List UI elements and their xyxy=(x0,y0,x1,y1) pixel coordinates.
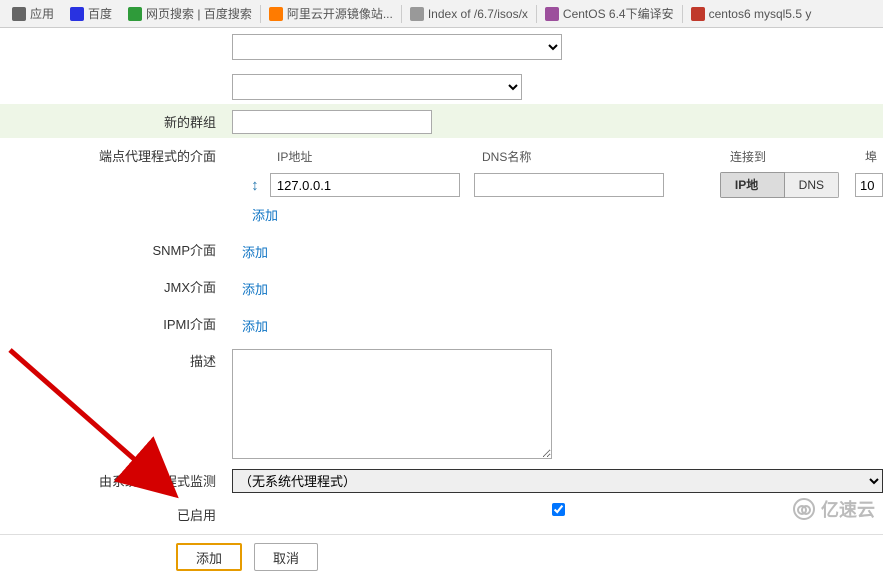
col-conn: 连接到 xyxy=(730,148,865,165)
baidu-icon xyxy=(70,7,84,21)
interface-dns-input[interactable] xyxy=(474,173,664,197)
add-button[interactable]: 添加 xyxy=(176,543,242,571)
interface-line: ↕ IP地址 DNS xyxy=(232,169,883,201)
enabled-label: 已启用 xyxy=(0,501,224,524)
new-group-label: 新的群组 xyxy=(0,108,224,131)
agent-interface-label: 端点代理程式的介面 xyxy=(0,142,224,165)
connect-to-toggle: IP地址 DNS xyxy=(720,172,839,198)
tab-label: Index of /6.7/isos/x xyxy=(428,7,528,21)
tab-label: centos6 mysql5.5 y xyxy=(709,7,812,21)
bookmark-apps[interactable]: 应用 xyxy=(4,0,62,27)
centos-icon xyxy=(545,7,559,21)
jmx-interface-row: JMX介面 添加 xyxy=(0,269,883,306)
proxy-select[interactable]: （无系统代理程式） xyxy=(232,469,883,493)
new-group-row: 新的群组 xyxy=(0,104,883,138)
interface-header: IP地址 DNS名称 连接到 埠 xyxy=(232,144,883,169)
description-row: 描述 xyxy=(0,343,883,463)
agent-interface-add-link[interactable]: 添加 xyxy=(242,201,883,228)
interface-ip-input[interactable] xyxy=(270,173,460,197)
snmp-add-link[interactable]: 添加 xyxy=(232,238,883,265)
description-textarea[interactable] xyxy=(232,349,552,459)
groups-select-left[interactable] xyxy=(232,34,562,60)
folder-icon xyxy=(410,7,424,21)
bookmark-label: 百度 xyxy=(88,5,112,22)
ipmi-interface-row: IPMI介面 添加 xyxy=(0,306,883,343)
cancel-button[interactable]: 取消 xyxy=(254,543,318,571)
watermark: 亿速云 xyxy=(793,496,875,522)
new-group-input[interactable] xyxy=(232,110,432,134)
jmx-interface-label: JMX介面 xyxy=(0,273,224,296)
tab-label: 阿里云开源镜像站... xyxy=(287,5,393,22)
bookmark-label: 网页搜索 | 百度搜索 xyxy=(146,5,252,22)
host-form: 新的群组 端点代理程式的介面 IP地址 DNS名称 连接到 埠 ↕ IP地址 D… xyxy=(0,28,883,579)
snmp-interface-label: SNMP介面 xyxy=(0,236,224,259)
drag-handle-icon[interactable]: ↕ xyxy=(240,177,270,194)
agent-interface-row: 端点代理程式的介面 IP地址 DNS名称 连接到 埠 ↕ IP地址 DNS 添加 xyxy=(0,138,883,232)
bookmark-search[interactable]: 网页搜索 | 百度搜索 xyxy=(120,0,260,27)
search-icon xyxy=(128,7,142,21)
groups-row xyxy=(0,28,883,104)
col-port: 埠 xyxy=(865,148,877,165)
tab-indexof[interactable]: Index of /6.7/isos/x xyxy=(402,0,536,27)
tab-centos-bar[interactable]: CentOS 6.4下编译安 xyxy=(537,0,682,27)
aliyun-icon xyxy=(269,7,283,21)
bookmark-bar: 应用 百度 网页搜索 | 百度搜索 阿里云开源镜像站... Index of /… xyxy=(0,0,883,28)
enabled-row: 已启用 xyxy=(0,497,883,528)
apps-icon xyxy=(12,7,26,21)
groups-select-right[interactable] xyxy=(232,74,522,100)
ipmi-add-link[interactable]: 添加 xyxy=(232,312,883,339)
connect-to-ip[interactable]: IP地址 xyxy=(720,172,785,198)
tab-centos-mysql[interactable]: centos6 mysql5.5 y xyxy=(683,0,820,27)
bookmark-baidu[interactable]: 百度 xyxy=(62,0,120,27)
mysql-icon xyxy=(691,7,705,21)
col-ip: IP地址 xyxy=(277,148,482,165)
bookmark-label: 应用 xyxy=(30,5,54,22)
enabled-checkbox[interactable] xyxy=(234,503,883,516)
snmp-interface-row: SNMP介面 添加 xyxy=(0,232,883,269)
ipmi-interface-label: IPMI介面 xyxy=(0,310,224,333)
interface-port-input[interactable] xyxy=(855,173,883,197)
description-label: 描述 xyxy=(0,347,224,370)
form-actions: 添加 取消 xyxy=(0,535,883,579)
tab-label: CentOS 6.4下编译安 xyxy=(563,5,674,22)
monitored-by-label: 由系统代理程式监测 xyxy=(0,467,224,490)
connect-to-dns[interactable]: DNS xyxy=(785,172,839,198)
tab-aliyun[interactable]: 阿里云开源镜像站... xyxy=(261,0,401,27)
col-dns: DNS名称 xyxy=(482,148,730,165)
monitored-by-row: 由系统代理程式监测 （无系统代理程式） xyxy=(0,463,883,497)
watermark-icon xyxy=(793,498,815,520)
watermark-text: 亿速云 xyxy=(821,496,875,522)
jmx-add-link[interactable]: 添加 xyxy=(232,275,883,302)
